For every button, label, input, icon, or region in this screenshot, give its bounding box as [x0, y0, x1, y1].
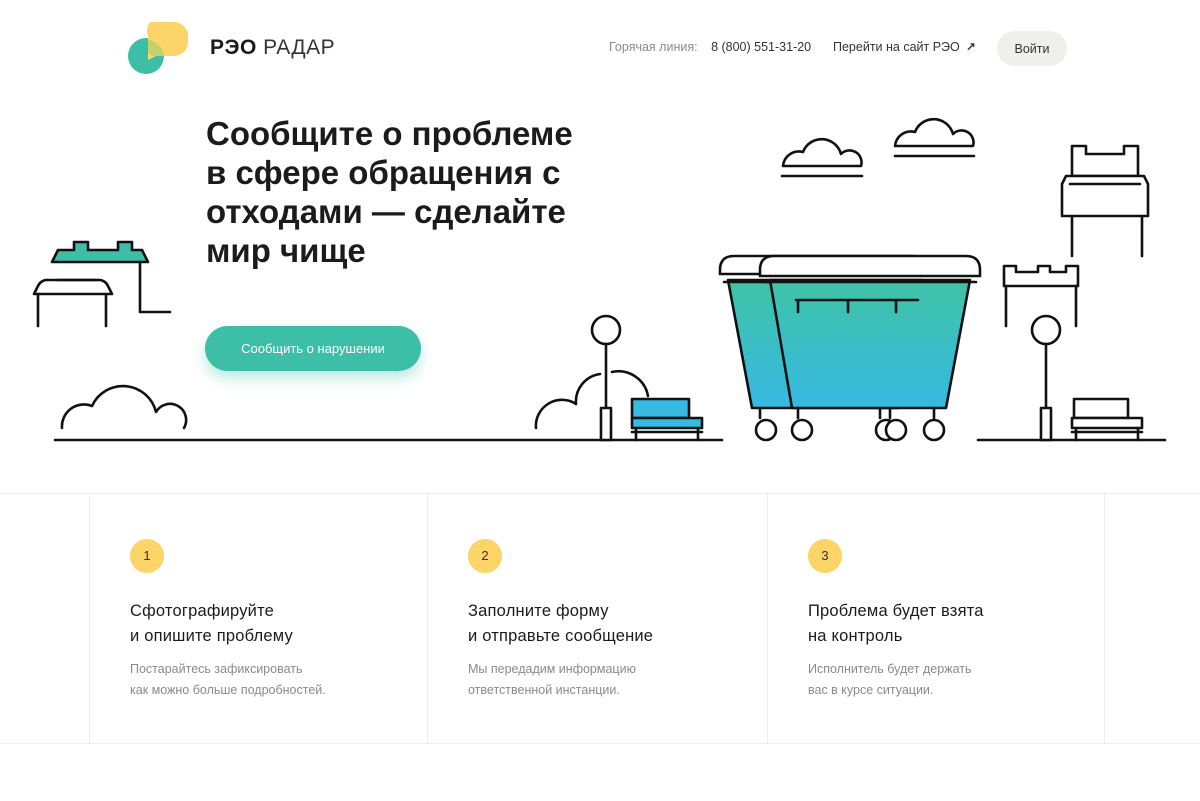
bush-icon	[60, 384, 188, 430]
hotline-label: Горячая линия:	[609, 40, 698, 54]
left-building-icon	[32, 240, 172, 328]
logo[interactable]: РЭО РАДАР	[128, 18, 348, 78]
dumpster-front-icon	[758, 254, 982, 442]
step-number-badge: 1	[130, 539, 164, 573]
logo-text-light: РАДАР	[263, 36, 336, 59]
login-button[interactable]: Войти	[997, 31, 1067, 66]
page: РЭО РАДАР Горячая линия: 8 (800) 551-31-…	[0, 0, 1200, 801]
step-description: Постарайтесь зафиксировать как можно бол…	[130, 662, 326, 697]
external-site-link[interactable]: Перейти на сайт РЭО ↗	[833, 40, 976, 54]
hotline: Горячая линия: 8 (800) 551-31-20	[609, 40, 811, 54]
lamp-post-icon	[590, 314, 622, 442]
step-card: 1 Сфотографируйте и опишите проблему Пос…	[89, 494, 427, 743]
header: РЭО РАДАР Горячая линия: 8 (800) 551-31-…	[0, 0, 1200, 95]
logo-text: РЭО РАДАР	[210, 36, 335, 60]
step-description: Мы передадим информацию ответственной ин…	[468, 662, 636, 697]
hotline-phone[interactable]: 8 (800) 551-31-20	[711, 40, 811, 54]
step-number-badge: 3	[808, 539, 842, 573]
arrow-up-right-icon: ↗	[965, 40, 976, 54]
step-card: 3 Проблема будет взята на контроль Испол…	[767, 494, 1105, 743]
step-card: 2 Заполните форму и отправьте сообщение …	[427, 494, 767, 743]
bench-icon	[630, 397, 704, 442]
report-violation-button[interactable]: Сообщить о нарушении	[205, 326, 421, 371]
external-site-link-label: Перейти на сайт РЭО	[833, 40, 960, 54]
step-title: Сфотографируйте и опишите проблему	[130, 602, 293, 645]
step-description: Исполнитель будет держать вас в курсе си…	[808, 662, 972, 697]
cloud-icon	[780, 117, 976, 178]
step-number-badge: 2	[468, 539, 502, 573]
hero-title: Сообщите о проблеме в сфере обращения с …	[206, 115, 573, 269]
steps-section: 1 Сфотографируйте и опишите проблему Пос…	[0, 493, 1200, 744]
bench-icon	[1070, 397, 1144, 442]
right-tower-icon	[1060, 144, 1150, 258]
lamp-post-icon	[1030, 314, 1062, 442]
logo-text-bold: РЭО	[210, 36, 257, 59]
logo-icon	[128, 22, 188, 74]
step-title: Заполните форму и отправьте сообщение	[468, 602, 654, 645]
step-title: Проблема будет взята на контроль	[808, 602, 984, 645]
